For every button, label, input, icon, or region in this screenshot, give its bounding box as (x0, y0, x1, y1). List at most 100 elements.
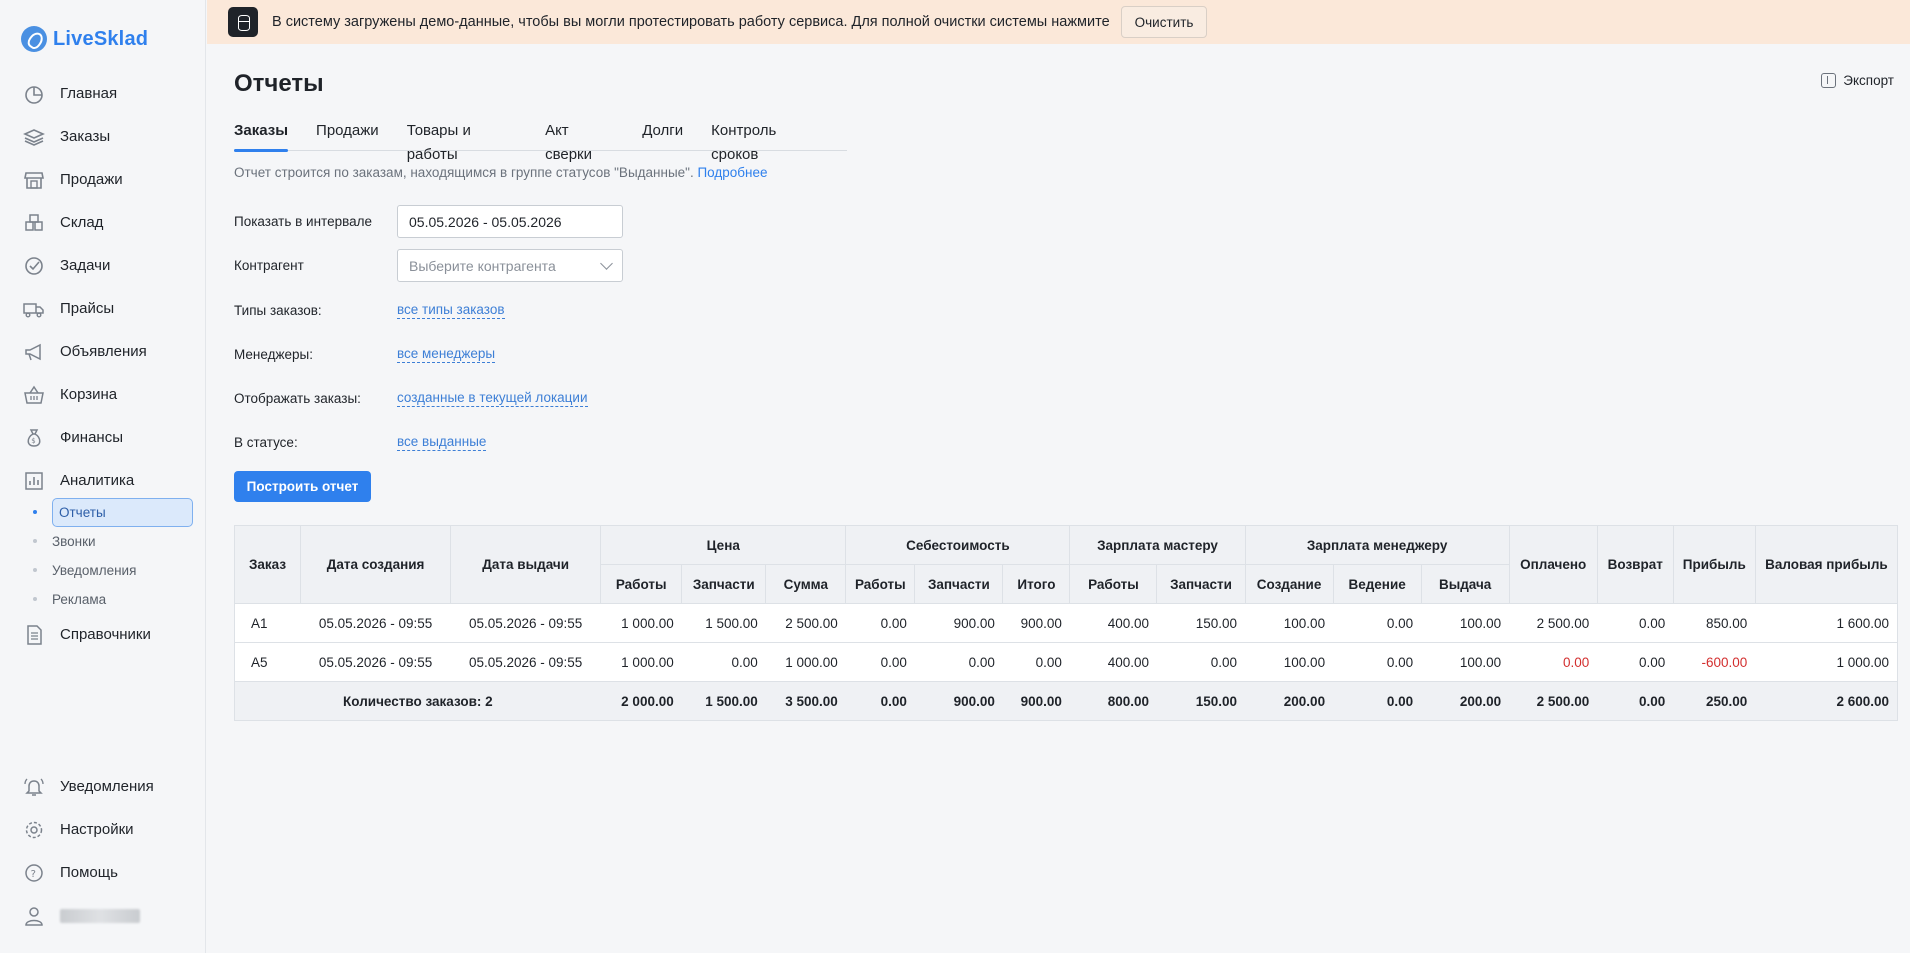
logo[interactable]: LiveSklad (21, 26, 148, 52)
table-cell: 05.05.2026 - 09:55 (300, 603, 451, 643)
basket-icon (24, 385, 44, 404)
order-types-link[interactable]: все типы заказов (397, 302, 505, 319)
table-row[interactable]: A1 05.05.2026 - 09:55 05.05.2026 - 09:55 1 … (234, 603, 1898, 643)
col-created: Дата создания (300, 525, 452, 604)
sidebar-item-label: Продажи (60, 171, 123, 188)
interval-input[interactable] (397, 205, 623, 238)
tab-reconciliation[interactable]: Акт сверки (545, 119, 614, 163)
build-report-button[interactable]: Построить отчет (234, 471, 371, 502)
export-button[interactable]: Экспорт (1821, 73, 1894, 88)
total-cell: 0.00 (1333, 681, 1422, 721)
table-cell: A5 (234, 642, 301, 682)
show-orders-link[interactable]: созданные в текущей локации (397, 390, 588, 407)
bell-icon (24, 778, 44, 796)
subnav-item-advertising[interactable]: Реклама (0, 585, 206, 614)
table-cell: 05.05.2026 - 09:55 (450, 642, 601, 682)
sidebar-item-sales[interactable]: Продажи (0, 158, 206, 201)
subnav-item-reports[interactable]: Отчеты (0, 498, 206, 527)
table-cell: 1 000.00 (1755, 642, 1898, 682)
total-cell: 150.00 (1156, 681, 1246, 721)
sidebar-item-help[interactable]: ? Помощь (0, 851, 206, 894)
bottom-nav: Уведомления Настройки ? Помощь (0, 765, 206, 937)
sidebar-item-ads[interactable]: Объявления (0, 330, 206, 373)
table-cell: 0.00 (1333, 642, 1422, 682)
upload-icon (1821, 73, 1837, 88)
total-cell: 0.00 (1597, 681, 1674, 721)
sidebar-item-prices[interactable]: Прайсы (0, 287, 206, 330)
sidebar-item-user[interactable] (0, 894, 206, 937)
layers-icon (23, 128, 45, 146)
col-master-works: Работы (1069, 564, 1158, 604)
reference-nav: Справочники (0, 613, 206, 656)
table-cell: 0.00 (1333, 603, 1422, 643)
total-cell: 200.00 (1421, 681, 1510, 721)
counterparty-row: Контрагент Выберите контрагента (234, 249, 623, 282)
dot (33, 597, 37, 601)
clear-button[interactable]: Очистить (1120, 6, 1208, 38)
table-cell: 1 000.00 (600, 642, 682, 682)
sidebar-item-label: Помощь (60, 864, 118, 881)
sidebar-item-cart[interactable]: Корзина (0, 373, 206, 416)
table-cell: 0.00 (845, 642, 915, 682)
sidebar-item-notifications[interactable]: Уведомления (0, 765, 206, 808)
sidebar-item-settings[interactable]: Настройки (0, 808, 206, 851)
more-link[interactable]: Подробнее (697, 165, 767, 180)
col-paid: Оплачено (1508, 525, 1598, 604)
subnav-label: Звонки (52, 534, 96, 549)
tab-goods-works[interactable]: Товары и работы (407, 119, 517, 163)
table-cell: 100.00 (1421, 642, 1510, 682)
col-group-price: Цена (600, 525, 847, 565)
report-note-text: Отчет строится по заказам, находящимся в… (234, 165, 694, 180)
store-icon (24, 171, 44, 189)
rocket-logo-icon (21, 26, 47, 52)
subnav-item-calls[interactable]: Звонки (0, 527, 206, 556)
col-issued: Дата выдачи (450, 525, 602, 604)
total-cell: 1 500.00 (681, 681, 766, 721)
tab-sales[interactable]: Продажи (316, 119, 379, 151)
table-cell: 0.00 (1597, 603, 1674, 643)
tab-debts[interactable]: Долги (642, 119, 683, 151)
sidebar-item-label: Склад (60, 214, 104, 231)
status-label: В статусе: (234, 435, 298, 450)
sidebar-item-label: Заказы (60, 128, 111, 145)
col-profit: Прибыль (1672, 525, 1756, 604)
status-link[interactable]: все выданные (397, 434, 487, 451)
total-cell: 3 500.00 (765, 681, 846, 721)
sidebar-item-home[interactable]: Главная (0, 72, 206, 115)
subnav-item-notifications[interactable]: Уведомления (0, 556, 206, 585)
user-name-redacted (60, 908, 140, 923)
sidebar-item-tasks[interactable]: Задачи (0, 244, 206, 287)
total-cell: 900.00 (914, 681, 1003, 721)
active-dot (33, 510, 37, 514)
col-price-works: Работы (600, 564, 683, 604)
analytics-subnav: Отчеты Звонки Уведомления Реклама (0, 498, 206, 614)
table-cell: 150.00 (1156, 603, 1246, 643)
table-row[interactable]: A5 05.05.2026 - 09:55 05.05.2026 - 09:55 1 … (234, 642, 1898, 682)
col-refund: Возврат (1596, 525, 1674, 604)
counterparty-select[interactable]: Выберите контрагента (397, 249, 623, 282)
tab-orders[interactable]: Заказы (234, 119, 289, 152)
tab-deadlines[interactable]: Контроль сроков (711, 119, 819, 163)
check-circle-icon (25, 256, 43, 275)
table-cell: 2 500.00 (1509, 603, 1598, 643)
col-manager-issue: Выдача (1420, 564, 1510, 604)
sidebar-item-analytics[interactable]: Аналитика (0, 459, 206, 502)
managers-link[interactable]: все менеджеры (397, 346, 496, 363)
sidebar-item-finance[interactable]: $ Финансы (0, 416, 206, 459)
total-cell: 2 600.00 (1755, 681, 1898, 721)
main-nav: Главная Заказы Продажи Склад Задачи Прай… (0, 72, 206, 502)
total-cell: 900.00 (1002, 681, 1070, 721)
table-cell: 900.00 (914, 603, 1003, 643)
report-note: Отчет строится по заказам, находящимся в… (234, 165, 767, 180)
sidebar-item-reference[interactable]: Справочники (0, 613, 206, 656)
svg-text:$: $ (31, 437, 35, 445)
total-cell: 200.00 (1245, 681, 1334, 721)
sidebar-item-warehouse[interactable]: Склад (0, 201, 206, 244)
col-price-parts: Запчасти (681, 564, 767, 604)
table-cell: -600.00 (1673, 642, 1756, 682)
col-group-master-pay: Зарплата мастеру (1069, 525, 1246, 565)
subnav-label: Уведомления (52, 563, 137, 578)
sidebar-item-orders[interactable]: Заказы (0, 115, 206, 158)
show-orders-label: Отображать заказы: (234, 391, 361, 406)
database-icon (228, 7, 258, 37)
